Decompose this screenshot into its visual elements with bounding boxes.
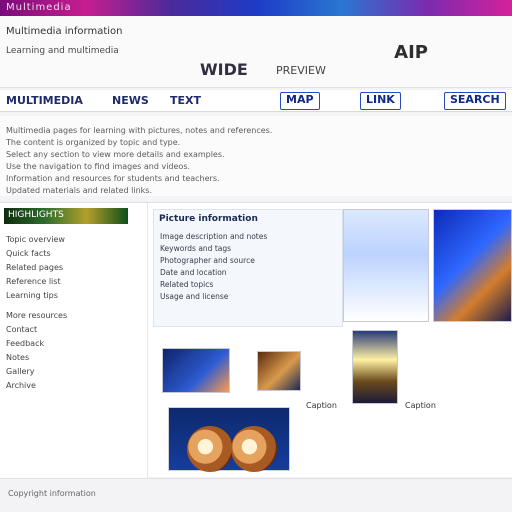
info-line: Select any section to view more details … — [6, 150, 225, 159]
left-column-header: HIGHLIGHTS — [4, 208, 128, 224]
left-link[interactable]: Notes — [6, 353, 29, 362]
info-block: Multimedia pages for learning with pictu… — [0, 116, 512, 196]
left-link[interactable]: Topic overview — [6, 235, 65, 244]
top-navigation: MULTIMEDIA NEWS TEXT MAP LINK SEARCH — [0, 90, 512, 112]
picture-info-line: Photographer and source — [160, 256, 255, 265]
left-link[interactable]: Feedback — [6, 339, 44, 348]
caption: Caption — [306, 401, 337, 410]
picture-info-line: Keywords and tags — [160, 244, 232, 253]
photo-tile[interactable] — [433, 209, 512, 322]
caption: Caption — [405, 401, 436, 410]
left-link[interactable]: Archive — [6, 381, 36, 390]
top-banner-text: Multimedia — [6, 2, 72, 13]
sushi-roll-icon — [187, 426, 233, 472]
footer-text: Copyright information — [8, 489, 96, 498]
info-line: Use the navigation to find images and vi… — [6, 162, 191, 171]
picture-info-line: Usage and license — [160, 292, 229, 301]
header-label-secondary: PREVIEW — [276, 64, 326, 77]
food-image[interactable] — [168, 407, 290, 472]
left-link[interactable]: Related pages — [6, 263, 63, 272]
picture-info-title: Picture information — [159, 214, 258, 224]
content-panel: HIGHLIGHTS Topic overview Quick facts Re… — [0, 202, 512, 478]
info-line: Information and resources for students a… — [6, 174, 220, 183]
nav-item-3[interactable]: TEXT — [170, 94, 201, 107]
info-line: The content is organized by topic and ty… — [6, 138, 181, 147]
left-link[interactable]: Gallery — [6, 367, 35, 376]
thumbnail[interactable] — [162, 348, 230, 393]
picture-info-line: Image description and notes — [160, 232, 268, 241]
picture-info-card: Picture information Image description an… — [153, 209, 343, 327]
picture-info-line: Related topics — [160, 280, 214, 289]
left-link[interactable]: Quick facts — [6, 249, 51, 258]
logo: AIP — [394, 42, 428, 63]
left-link[interactable]: More resources — [6, 311, 67, 320]
page-header: Multimedia information Learning and mult… — [0, 16, 512, 88]
nav-item-5[interactable]: LINK — [360, 92, 401, 110]
site-brand: Multimedia information — [6, 26, 123, 37]
left-column: HIGHLIGHTS Topic overview Quick facts Re… — [0, 203, 148, 478]
photo-tile[interactable] — [343, 209, 429, 322]
left-link[interactable]: Contact — [6, 325, 37, 334]
info-line: Multimedia pages for learning with pictu… — [6, 126, 273, 135]
nav-item-1[interactable]: MULTIMEDIA — [6, 94, 83, 107]
header-label-primary: WIDE — [200, 60, 248, 79]
info-line: Updated materials and related links. — [6, 186, 152, 195]
thumbnail[interactable] — [257, 351, 301, 391]
sushi-roll-icon — [231, 426, 277, 472]
site-subtitle: Learning and multimedia — [6, 46, 119, 56]
top-banner: Multimedia — [0, 0, 512, 16]
left-link[interactable]: Reference list — [6, 277, 61, 286]
thumbnail[interactable] — [352, 330, 398, 404]
picture-info-line: Date and location — [160, 268, 227, 277]
page: Multimedia Multimedia information Learni… — [0, 0, 512, 512]
search-button[interactable]: SEARCH — [444, 92, 506, 110]
page-footer: Copyright information — [0, 478, 512, 512]
nav-item-2[interactable]: NEWS — [112, 94, 149, 107]
left-link[interactable]: Learning tips — [6, 291, 58, 300]
nav-item-4[interactable]: MAP — [280, 92, 320, 110]
